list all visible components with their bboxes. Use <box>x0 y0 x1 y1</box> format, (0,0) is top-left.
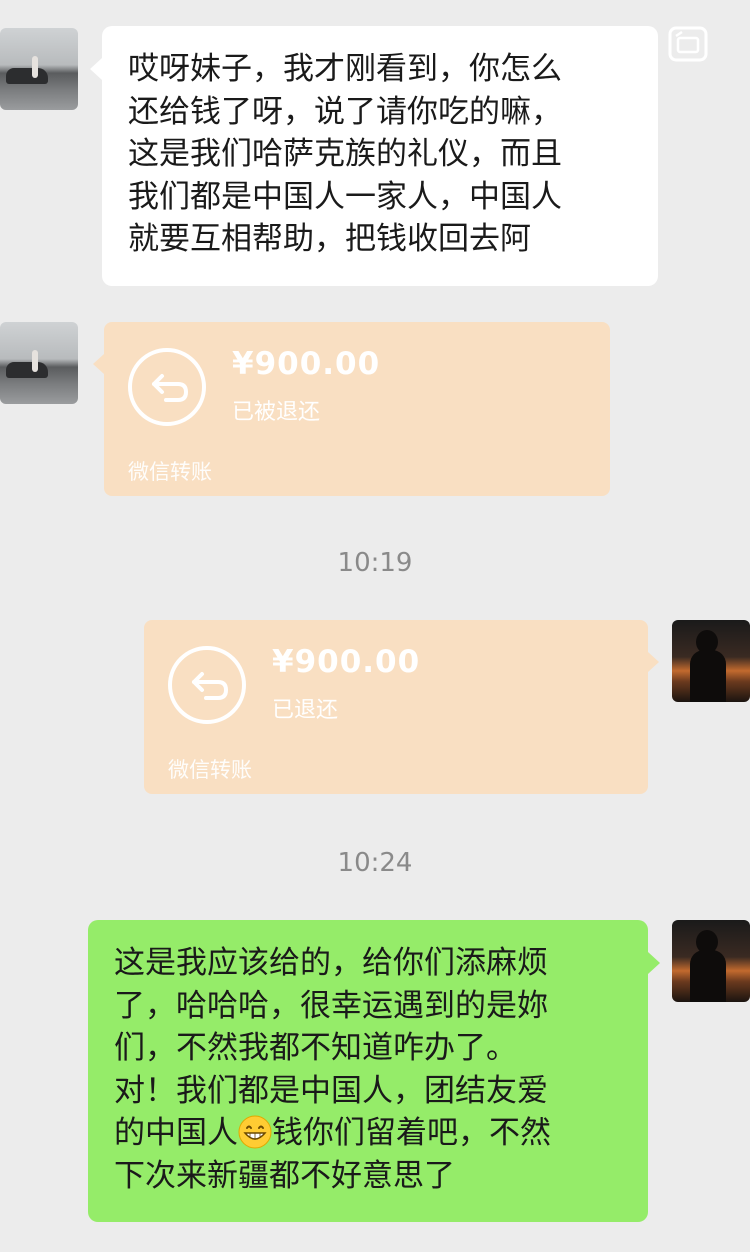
message-text-segment: 钱你们留着吧，不然 <box>272 1115 551 1151</box>
grinning-face-emoji <box>238 1115 272 1149</box>
transfer-footer-label: 微信转账 <box>128 460 212 484</box>
return-arrow-icon <box>128 348 206 426</box>
message-text-segment: 的中国人 <box>114 1115 238 1151</box>
message-line: 下次来新疆都不好意思了 <box>114 1157 455 1194</box>
message-line: 这是我应该给的，给你们添麻烦 <box>114 945 548 981</box>
my-avatar[interactable] <box>672 920 750 1002</box>
message-line: 我们都是中国人一家人，中国人 <box>128 178 562 215</box>
contact-avatar[interactable] <box>0 28 78 110</box>
outgoing-message-bubble[interactable]: 这是我应该给的，给你们添麻烦 了，哈哈哈，很幸运遇到的是妳 们，不然我都不知道咋… <box>88 920 660 1222</box>
transfer-card-returned[interactable]: ¥900.00 已退还 微信转账 <box>144 620 659 794</box>
transfer-card-returned[interactable]: ¥900.00 已被退还 微信转账 <box>93 322 610 496</box>
avatar-body-shape <box>690 650 726 702</box>
transfer-amount: ¥900.00 <box>232 346 381 382</box>
return-arrow-icon <box>168 646 246 724</box>
window-mode-icon[interactable] <box>668 26 708 62</box>
incoming-message-bubble[interactable]: 哎呀妹子，我才刚看到，你怎么 还给钱了呀，说了请你吃的嘛， 这是我们哈萨克族的礼… <box>90 26 658 286</box>
avatar-car-shape <box>6 362 48 378</box>
my-avatar[interactable] <box>672 620 750 702</box>
message-line: 对！我们都是中国人，团结友爱 <box>114 1072 548 1109</box>
chat-timestamp: 10:24 <box>337 848 413 878</box>
transfer-amount: ¥900.00 <box>272 644 421 680</box>
message-line: 的中国人 钱你们留着吧，不然 <box>114 1112 626 1155</box>
avatar-car-shape <box>6 68 48 84</box>
transfer-status: 已退还 <box>272 698 339 723</box>
avatar-body-shape <box>690 950 726 1002</box>
transfer-status: 已被退还 <box>232 400 321 425</box>
chat-timestamp: 10:19 <box>337 548 413 578</box>
message-line: 这是我们哈萨克族的礼仪，而且 <box>128 136 562 172</box>
message-line: 了，哈哈哈，很幸运遇到的是妳 <box>114 987 548 1024</box>
message-line: 哎呀妹子，我才刚看到，你怎么 <box>128 51 562 87</box>
contact-avatar[interactable] <box>0 322 78 404</box>
transfer-footer-label: 微信转账 <box>168 758 252 782</box>
message-line: 们，不然我都不知道咋办了。 <box>114 1030 517 1066</box>
message-line: 还给钱了呀，说了请你吃的嘛， <box>128 93 562 130</box>
avatar-person-shape <box>32 56 38 78</box>
avatar-person-shape <box>32 350 38 372</box>
message-line: 就要互相帮助，把钱收回去阿 <box>128 221 531 257</box>
